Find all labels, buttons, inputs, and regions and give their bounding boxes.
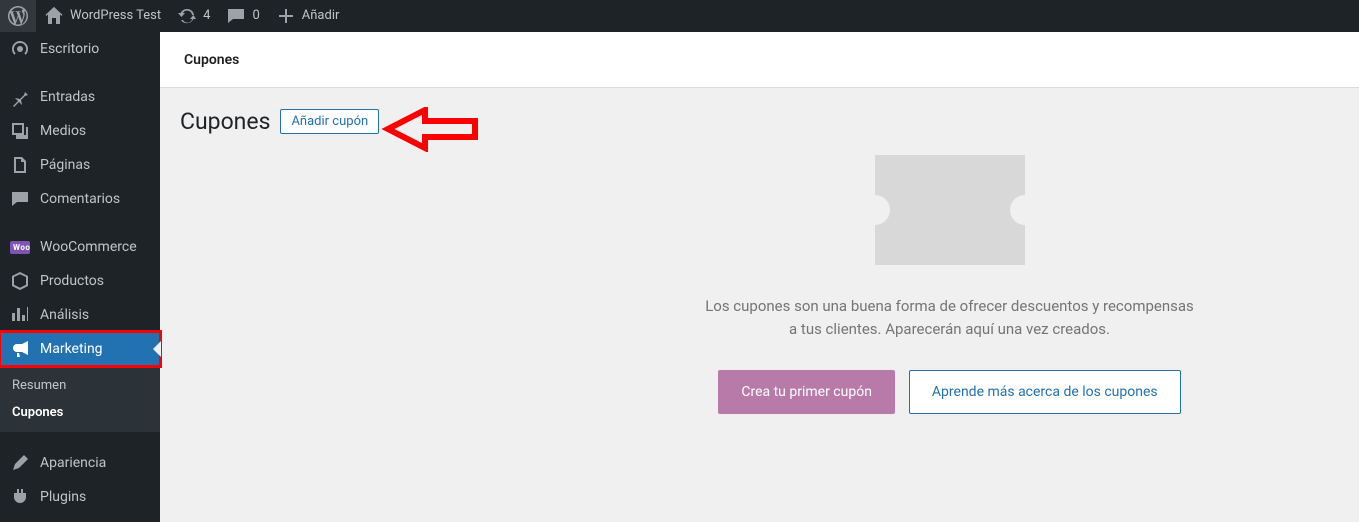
content-area: Cupones Cupones Añadir cupón Los cupones… [160,32,1359,522]
empty-state-text: Los cupones son una buena forma de ofrec… [700,295,1200,340]
menu-analytics-label: Análisis [40,307,89,323]
menu-separator [0,432,160,446]
add-new-label: Añadir [302,0,340,32]
home-icon [44,6,64,26]
comments-menu[interactable]: 0 [218,0,267,32]
menu-marketing-label: Marketing [40,341,103,357]
menu-dashboard-label: Escritorio [40,41,99,57]
comment-icon [226,6,246,26]
products-icon [10,271,30,291]
comments-icon [10,189,30,209]
media-icon [10,121,30,141]
pin-icon [10,87,30,107]
updates-menu[interactable]: 4 [169,0,218,32]
coupon-ticket-icon [875,155,1025,265]
wordpress-icon [8,6,28,26]
admin-menu: Escritorio Entradas Medios Páginas Comen… [0,32,160,522]
menu-woocommerce-label: WooCommerce [40,239,137,255]
plugins-icon [10,487,30,507]
submenu-overview[interactable]: Resumen [0,372,160,399]
analytics-icon [10,305,30,325]
learn-more-button[interactable]: Aprende más acerca de los cupones [909,370,1181,414]
menu-media-label: Medios [40,123,86,139]
page-heading-row: Cupones Añadir cupón [180,108,1339,135]
menu-media[interactable]: Medios [0,114,160,148]
megaphone-icon [10,339,30,359]
create-first-coupon-button[interactable]: Crea tu primer cupón [718,370,895,414]
menu-products-label: Productos [40,273,104,289]
menu-analytics[interactable]: Análisis [0,298,160,332]
menu-products[interactable]: Productos [0,264,160,298]
admin-bar: WordPress Test 4 0 Añadir [0,0,1359,32]
menu-appearance-label: Apariencia [40,455,106,471]
breadcrumb-label: Cupones [184,52,239,68]
add-coupon-button[interactable]: Añadir cupón [280,109,379,134]
breadcrumb: Cupones [160,32,1359,88]
menu-appearance[interactable]: Apariencia [0,446,160,480]
menu-posts[interactable]: Entradas [0,80,160,114]
updates-count: 4 [203,0,210,32]
menu-plugins[interactable]: Plugins [0,480,160,514]
appearance-icon [10,453,30,473]
menu-separator [0,216,160,230]
submenu-coupons[interactable]: Cupones [0,399,160,426]
site-name-menu[interactable]: WordPress Test [36,0,169,32]
comments-count: 0 [252,0,259,32]
add-new-menu[interactable]: Añadir [268,0,348,32]
menu-pages[interactable]: Páginas [0,148,160,182]
site-name-label: WordPress Test [70,0,161,32]
update-icon [177,6,197,26]
empty-state-buttons: Crea tu primer cupón Aprende más acerca … [700,370,1200,414]
dashboard-icon [10,39,30,59]
menu-separator [0,66,160,80]
menu-pages-label: Páginas [40,157,90,173]
menu-dashboard[interactable]: Escritorio [0,32,160,66]
empty-state: Los cupones son una buena forma de ofrec… [700,155,1200,414]
plus-icon [276,6,296,26]
woocommerce-icon: Woo [10,241,30,254]
page-body: Cupones Añadir cupón Los cupones son una… [160,88,1359,414]
page-icon [10,155,30,175]
menu-woocommerce[interactable]: Woo WooCommerce [0,230,160,264]
page-title: Cupones [180,108,270,135]
menu-comments-label: Comentarios [40,191,120,207]
menu-marketing[interactable]: Marketing [0,332,160,366]
menu-comments[interactable]: Comentarios [0,182,160,216]
menu-plugins-label: Plugins [40,489,86,505]
wp-logo-menu[interactable] [0,0,36,32]
menu-posts-label: Entradas [40,89,95,105]
marketing-submenu: Resumen Cupones [0,366,160,432]
